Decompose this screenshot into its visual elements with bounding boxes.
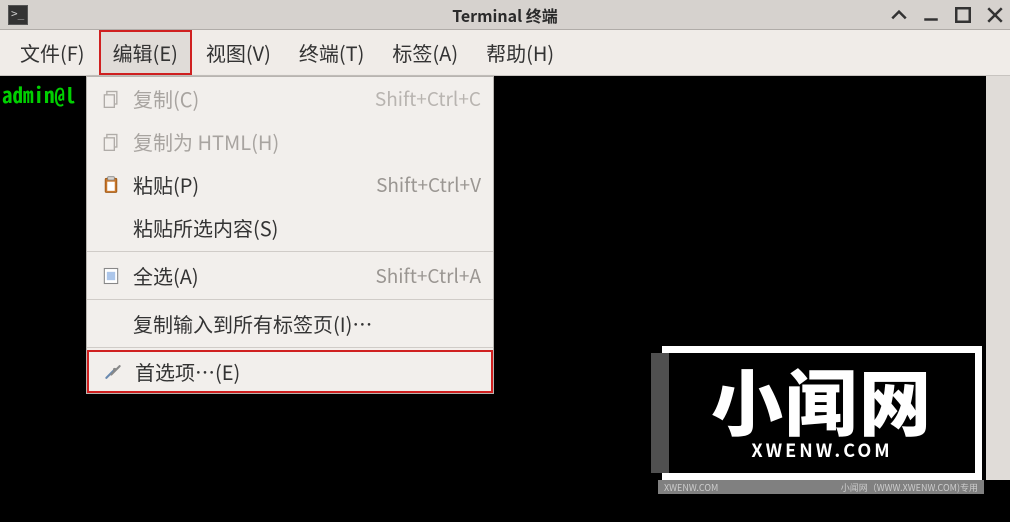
maximize-button[interactable] — [954, 6, 972, 24]
minimize-button[interactable] — [922, 6, 940, 24]
menu-label: 复制(C) — [133, 84, 355, 113]
watermark-sub: XWENW.COM — [751, 437, 892, 463]
watermark-footer: XWENW.COM 小闻网（WWW.XWENW.COM)专用 — [658, 480, 984, 494]
menu-label: 复制输入到所有标签页(I)… — [133, 309, 481, 338]
blank-icon — [99, 216, 123, 240]
menu-item-select-all[interactable]: 全选(A) Shift+Ctrl+A — [87, 254, 493, 297]
menu-label: 粘贴(P) — [133, 170, 356, 199]
menu-label: 首选项…(E) — [135, 357, 479, 386]
terminal-app-icon — [8, 5, 28, 25]
menu-tabs[interactable]: 标签(A) — [378, 30, 472, 75]
menu-shortcut: Shift+Ctrl+C — [375, 85, 481, 112]
scrollbar[interactable] — [986, 76, 1010, 480]
watermark-main: 小闻网 — [711, 363, 933, 435]
preferences-icon — [101, 360, 125, 384]
window-title: Terminal 终端 — [452, 3, 558, 27]
window-controls — [890, 6, 1004, 24]
menu-label: 全选(A) — [133, 261, 355, 290]
copy-html-icon — [99, 130, 123, 154]
separator — [87, 347, 493, 348]
edit-menu-dropdown: 复制(C) Shift+Ctrl+C 复制为 HTML(H) 粘贴(P) Shi… — [86, 76, 494, 394]
menu-item-copy[interactable]: 复制(C) Shift+Ctrl+C — [87, 77, 493, 120]
menu-label: 复制为 HTML(H) — [133, 127, 481, 156]
menu-item-paste-selection[interactable]: 粘贴所选内容(S) — [87, 206, 493, 249]
footer-right: 小闻网（WWW.XWENW.COM)专用 — [841, 481, 978, 494]
footer-left: XWENW.COM — [664, 481, 718, 494]
menu-view[interactable]: 视图(V) — [192, 30, 285, 75]
menu-help[interactable]: 帮助(H) — [472, 30, 568, 75]
menu-file[interactable]: 文件(F) — [6, 30, 99, 75]
menu-edit[interactable]: 编辑(E) — [99, 30, 192, 75]
copy-icon — [99, 87, 123, 111]
close-button[interactable] — [986, 6, 1004, 24]
watermark: 小闻网 XWENW.COM — [662, 346, 982, 480]
menu-item-paste[interactable]: 粘贴(P) Shift+Ctrl+V — [87, 163, 493, 206]
separator — [87, 251, 493, 252]
blank-icon — [99, 312, 123, 336]
titlebar: Terminal 终端 — [0, 0, 1010, 30]
menu-label: 粘贴所选内容(S) — [133, 213, 481, 242]
menu-item-copy-html[interactable]: 复制为 HTML(H) — [87, 120, 493, 163]
menu-terminal[interactable]: 终端(T) — [285, 30, 379, 75]
paste-icon — [99, 173, 123, 197]
separator — [87, 299, 493, 300]
prompt-text: admin@l — [2, 80, 76, 110]
menubar: 文件(F) 编辑(E) 视图(V) 终端(T) 标签(A) 帮助(H) — [0, 30, 1010, 76]
watermark-side — [651, 353, 669, 473]
menu-item-copy-input-to-tabs[interactable]: 复制输入到所有标签页(I)… — [87, 302, 493, 345]
menu-shortcut: Shift+Ctrl+A — [375, 262, 481, 289]
select-all-icon — [99, 264, 123, 288]
menu-shortcut: Shift+Ctrl+V — [376, 171, 481, 198]
roll-up-button[interactable] — [890, 6, 908, 24]
menu-item-preferences[interactable]: 首选项…(E) — [87, 350, 493, 393]
